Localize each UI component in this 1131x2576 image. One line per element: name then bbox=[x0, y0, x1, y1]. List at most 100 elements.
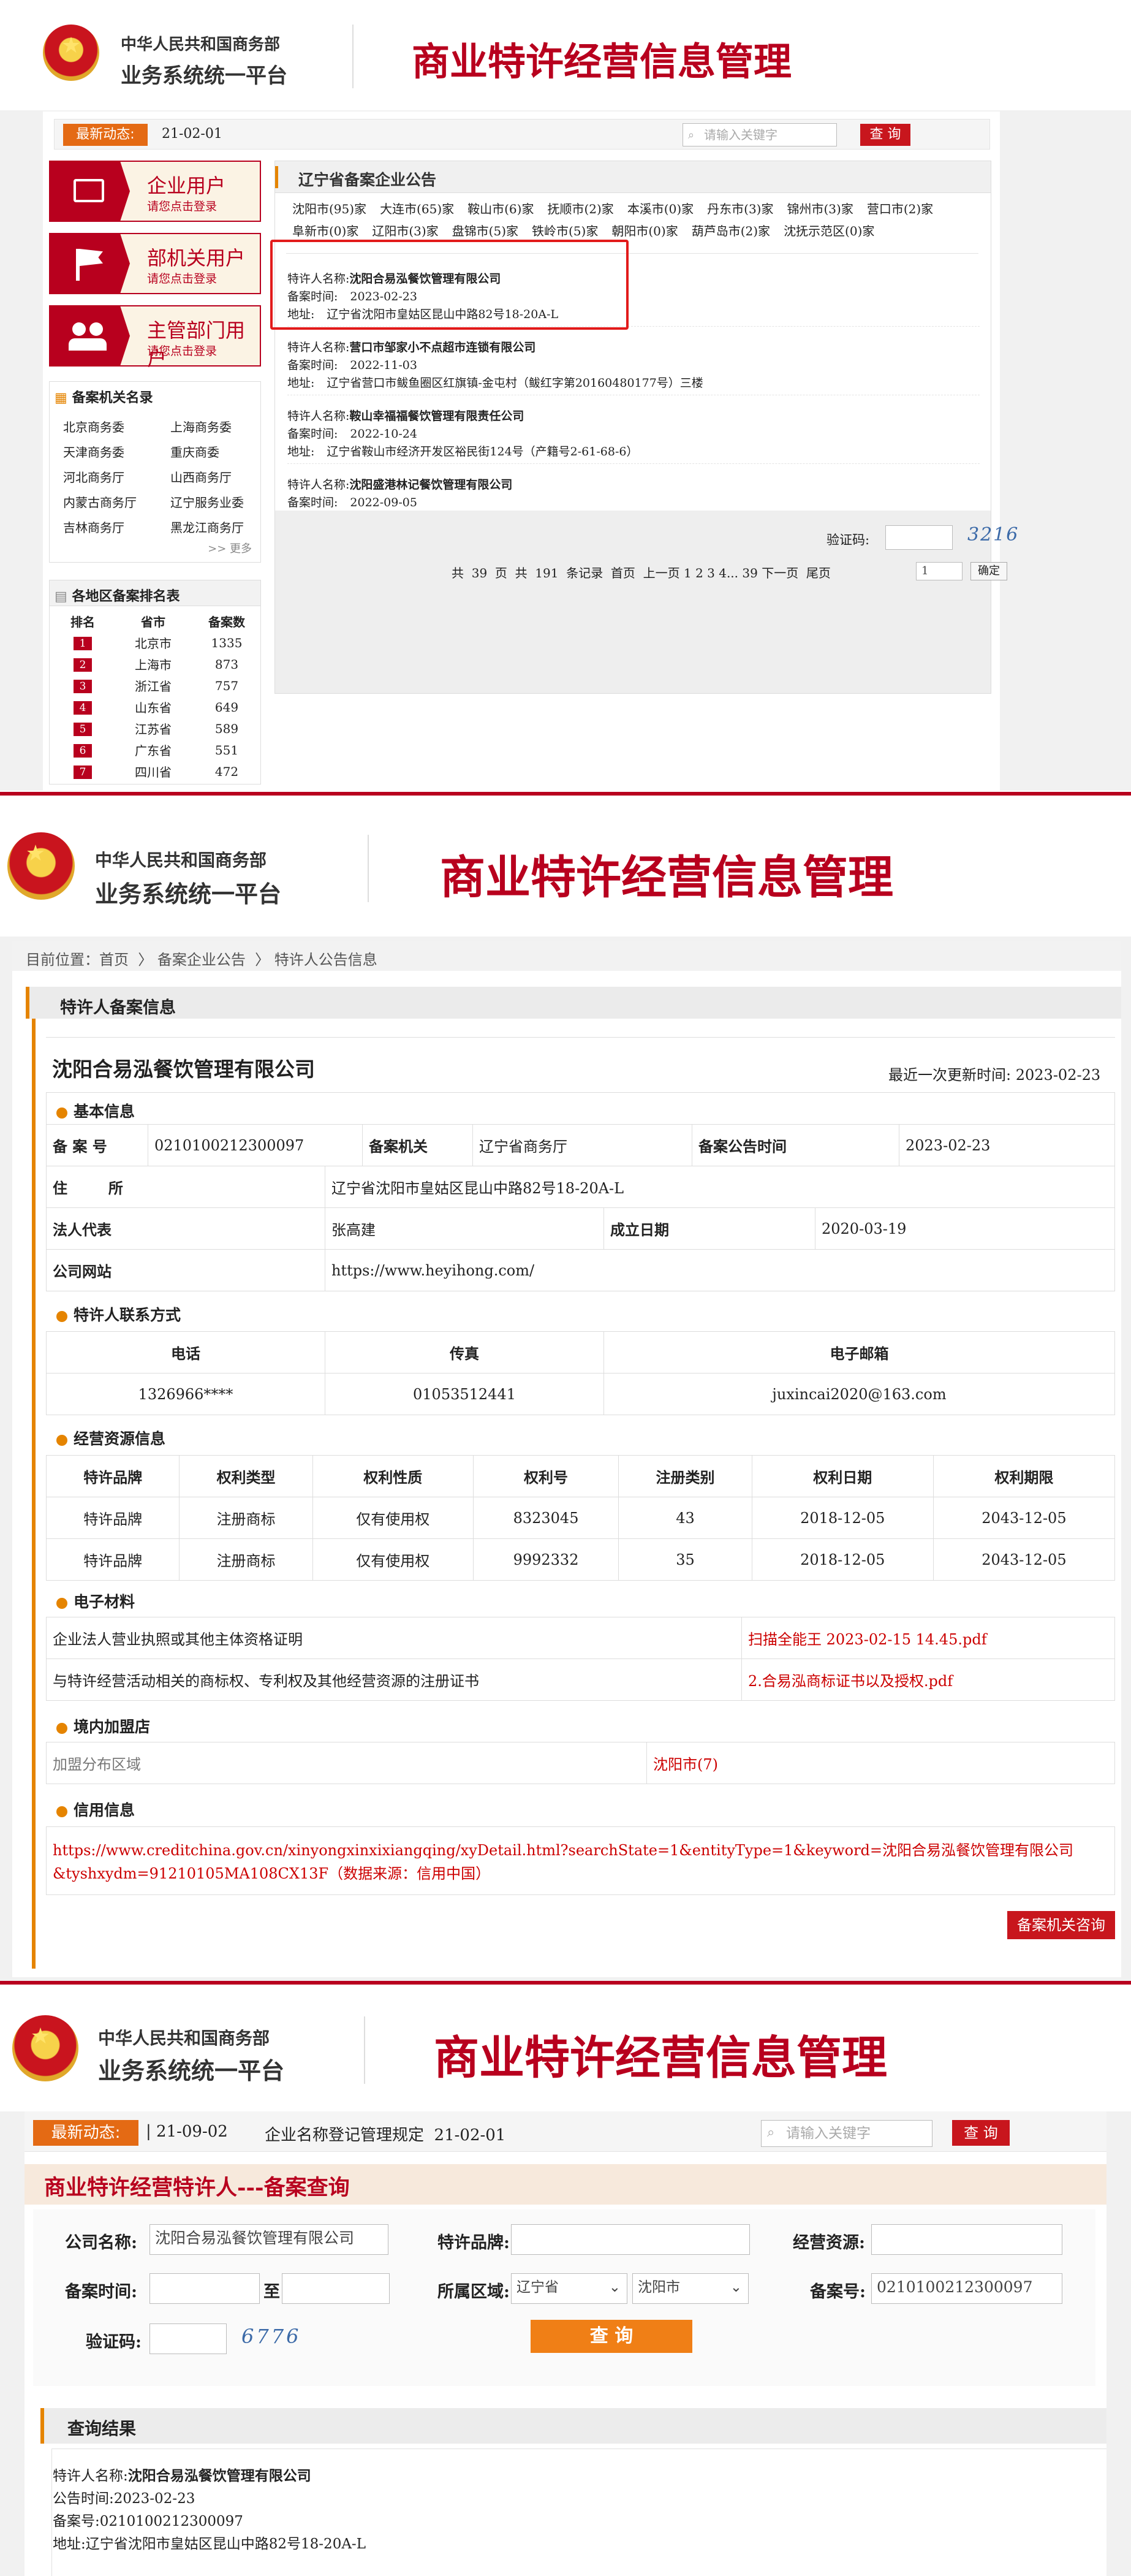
result-pub-line: 公告时间:2023-02-23 bbox=[53, 2488, 366, 2510]
brand-label: 特许品牌: bbox=[437, 2233, 510, 2252]
city-link[interactable]: 阜新市(0)家 bbox=[292, 224, 358, 238]
rank-cell: 1 bbox=[58, 632, 107, 653]
page-input[interactable]: 1 bbox=[916, 562, 963, 580]
credit-link-2[interactable]: &tyshxydm=91210105MA108CX13F（数据来源：信用中国） bbox=[53, 1861, 490, 1883]
user-box-sub: 请您点击登录 bbox=[147, 200, 218, 213]
rank-province[interactable]: 江苏省 bbox=[107, 718, 199, 739]
material-file-link[interactable]: 2.合易泓商标证书以及授权.pdf bbox=[741, 1658, 1115, 1701]
province-select[interactable]: 辽宁省 ⌄ bbox=[511, 2273, 627, 2304]
website-link[interactable]: https://www.heyihong.com/ bbox=[325, 1249, 1115, 1291]
result-item[interactable]: 特许人名称:沈阳合易泓餐饮管理有限公司 公告时间:2023-02-23 备案号:… bbox=[53, 2464, 366, 2556]
search-input[interactable]: 请输入关键字 bbox=[761, 2120, 932, 2147]
org-link[interactable]: 吉林商务厅 bbox=[63, 515, 170, 541]
org-link[interactable]: 山西商务厅 bbox=[170, 465, 259, 490]
search-input[interactable]: 请输入关键字 bbox=[683, 123, 837, 146]
news-label: 最新动态: bbox=[33, 2120, 138, 2146]
record-no: 0210100212300097 bbox=[148, 1124, 363, 1166]
city-link[interactable]: 大连市(65)家 bbox=[380, 202, 454, 216]
captcha-label: 验证码: bbox=[826, 533, 870, 547]
pagination[interactable]: 共 39 页 共 191 条记录 首页 上一页 1 2 3 4... 39 下一… bbox=[452, 563, 831, 581]
notice-name[interactable]: 鞍山幸福福餐饮管理有限责任公司 bbox=[349, 409, 524, 423]
search-button[interactable]: 查 询 bbox=[952, 2120, 1010, 2146]
news-text[interactable]: 企业名称登记管理规定 21-02-01 bbox=[265, 2122, 505, 2145]
rank-count: 873 bbox=[214, 656, 239, 672]
ranking-head-row: 排名 省市 备案数 bbox=[58, 610, 254, 632]
ranking-table: 排名 省市 备案数 1 北京市 1335 2 上海市 873 3 浙江省 757 4 山东省 649 5… bbox=[58, 610, 254, 782]
notice-name[interactable]: 沈阳盛港林记餐饮管理有限公司 bbox=[349, 478, 512, 492]
rank-col: 排名 bbox=[70, 614, 95, 629]
city-link[interactable]: 盘锦市(5)家 bbox=[452, 224, 518, 238]
captcha-input[interactable] bbox=[149, 2323, 227, 2354]
org-link[interactable]: 重庆商委 bbox=[170, 440, 259, 465]
notice-name[interactable]: 营口市邹家小不点超市连锁有限公司 bbox=[349, 341, 535, 354]
captcha-input[interactable] bbox=[885, 525, 953, 550]
user-box-enterprise[interactable]: 企业用户 请您点击登录 bbox=[49, 161, 261, 222]
credit-link[interactable]: https://www.creditchina.gov.cn/xinyongxi… bbox=[53, 1838, 1073, 1860]
rank-badge: 7 bbox=[74, 766, 92, 779]
date-to-input[interactable] bbox=[282, 2273, 390, 2304]
captcha-image[interactable]: 6776 bbox=[241, 2325, 301, 2348]
more-link[interactable]: >> 更多 bbox=[208, 540, 252, 556]
news-date[interactable]: 21-02-01 bbox=[162, 126, 222, 142]
city-link[interactable]: 铁岭市(5)家 bbox=[532, 224, 598, 238]
notice-addr-label: 地址: bbox=[287, 376, 315, 390]
city-link[interactable]: 沈阳市(95)家 bbox=[292, 202, 366, 216]
city-link[interactable]: 鞍山市(6)家 bbox=[467, 202, 534, 216]
breadcrumb[interactable]: 目前位置：首页 〉 备案企业公告 〉 特许人公告信息 bbox=[26, 948, 377, 969]
notice-addr-label: 地址: bbox=[287, 445, 315, 458]
captcha-image[interactable]: 3216 bbox=[967, 524, 1019, 545]
rank-province[interactable]: 浙江省 bbox=[107, 675, 199, 696]
resource-input[interactable] bbox=[871, 2224, 1062, 2255]
company-label: 公司名称: bbox=[65, 2233, 137, 2252]
credit-title: 信用信息 bbox=[56, 1798, 135, 1820]
city-link[interactable]: 朝阳市(0)家 bbox=[611, 224, 678, 238]
rank-province[interactable]: 广东省 bbox=[107, 739, 199, 761]
city-link[interactable]: 丹东市(3)家 bbox=[707, 202, 773, 216]
user-box-ministry[interactable]: 部机关用户 请您点击登录 bbox=[49, 233, 261, 294]
org-link[interactable]: 河北商务厅 bbox=[63, 465, 170, 490]
consult-button[interactable]: 备案机关咨询 bbox=[1007, 1911, 1115, 1939]
city-link[interactable]: 本溪市(0)家 bbox=[627, 202, 694, 216]
province-col: 省市 bbox=[141, 614, 165, 629]
org-link[interactable]: 黑龙江商务厅 bbox=[170, 515, 259, 541]
org-link[interactable]: 天津商务委 bbox=[63, 440, 170, 465]
fax-head: 传真 bbox=[325, 1331, 604, 1373]
org-link[interactable]: 内蒙古商务厅 bbox=[63, 490, 170, 515]
city-link[interactable]: 葫芦岛市(2)家 bbox=[692, 224, 770, 238]
city-link[interactable]: 沈抚示范区(0)家 bbox=[784, 224, 874, 238]
org-link[interactable]: 辽宁服务业委 bbox=[170, 490, 259, 515]
search-button[interactable]: 查 询 bbox=[860, 124, 910, 146]
to-label: 至 bbox=[263, 2282, 280, 2301]
org-link[interactable]: 上海商务委 bbox=[170, 415, 259, 440]
rank-province[interactable]: 上海市 bbox=[107, 653, 199, 675]
search-icon: ⌕ bbox=[688, 129, 695, 142]
result-title-bar bbox=[40, 2408, 1106, 2444]
company-input[interactable]: 沈阳合易泓餐饮管理有限公司 bbox=[149, 2224, 388, 2255]
go-button[interactable]: 确定 bbox=[970, 562, 1007, 580]
rank-province[interactable]: 北京市 bbox=[107, 632, 199, 653]
news-date[interactable]: | 21-09-02 bbox=[146, 2122, 228, 2141]
highlight-box bbox=[270, 240, 629, 330]
city-link[interactable]: 抚顺市(2)家 bbox=[547, 202, 613, 216]
user-box-authority[interactable]: 主管部门用户 请您点击登录 bbox=[49, 305, 261, 370]
query-button[interactable]: 查 询 bbox=[531, 2320, 692, 2353]
result-name[interactable]: 沈阳合易泓餐饮管理有限公司 bbox=[128, 2468, 311, 2484]
bullet-icon bbox=[56, 1806, 67, 1817]
notice-item[interactable]: 特许人名称:鞍山幸福福餐饮管理有限责任公司 备案时间: 2022-10-24 地址: 辽… bbox=[287, 395, 980, 464]
city-select[interactable]: 沈阳市 ⌄ bbox=[632, 2273, 749, 2304]
city-link[interactable]: 辽阳市(3)家 bbox=[372, 224, 438, 238]
rank-province[interactable]: 山东省 bbox=[107, 696, 199, 718]
brand-input[interactable] bbox=[511, 2224, 750, 2255]
notice-item[interactable]: 特许人名称:营口市邹家小不点超市连锁有限公司 备案时间: 2022-11-03 地址:… bbox=[287, 327, 980, 395]
record-no-input[interactable]: 0210100212300097 bbox=[871, 2273, 1062, 2304]
org-link[interactable]: 北京商务委 bbox=[63, 415, 170, 440]
region-label: 所属区域: bbox=[437, 2282, 510, 2301]
material-file-link[interactable]: 扫描全能王 2023-02-15 14.45.pdf bbox=[741, 1617, 1115, 1659]
rank-province[interactable]: 四川省 bbox=[107, 761, 199, 782]
notice-addr-line: 地址: 辽宁省营口市鲅鱼圈区红旗镇-金屯村（鲅红字第20160480177号）三楼 bbox=[287, 374, 980, 392]
rank-count: 757 bbox=[214, 678, 239, 693]
city-link[interactable]: 营口市(2)家 bbox=[867, 202, 933, 216]
shop-region-link[interactable]: 沈阳市(7) bbox=[646, 1742, 1115, 1784]
city-link[interactable]: 锦州市(3)家 bbox=[787, 202, 853, 216]
date-from-input[interactable] bbox=[149, 2273, 260, 2304]
